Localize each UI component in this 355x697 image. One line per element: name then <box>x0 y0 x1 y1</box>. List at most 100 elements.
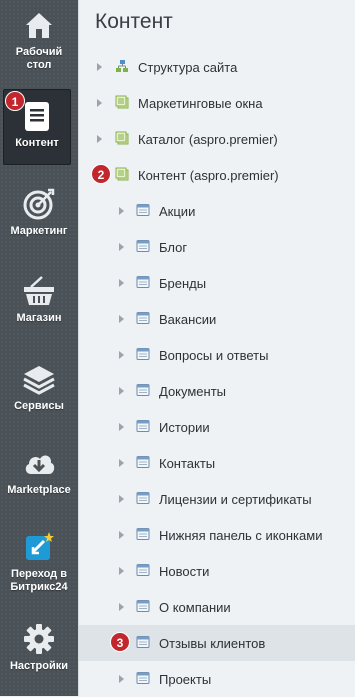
expand-arrow-icon[interactable] <box>119 603 124 611</box>
tree-subitem-label: О компании <box>159 600 231 615</box>
expand-arrow-icon[interactable] <box>119 243 124 251</box>
document-icon <box>25 102 49 131</box>
tree-subitem-label: Вопросы и ответы <box>159 348 269 363</box>
tree-subitem-label: Бренды <box>159 276 207 291</box>
section-icon <box>136 276 150 288</box>
cloud-download-icon <box>25 455 55 474</box>
bitrix24-icon <box>26 532 54 560</box>
section-icon <box>136 456 150 468</box>
rail-item-content-label: Контент <box>15 137 59 149</box>
layers-icon <box>23 366 55 395</box>
section-icon <box>136 672 150 684</box>
section-icon <box>136 312 150 324</box>
gear-icon <box>24 624 54 654</box>
rail-item-desktop-label-2: стол <box>26 59 52 71</box>
expand-arrow-icon[interactable] <box>119 207 124 215</box>
expand-arrow-icon[interactable] <box>119 279 124 287</box>
tree-subitem[interactable]: Новости <box>79 553 355 589</box>
tree-subitem[interactable]: Проекты <box>79 661 355 697</box>
section-icon <box>136 564 150 576</box>
section-icon <box>136 240 150 252</box>
tree-subitem[interactable]: О компании <box>79 589 355 625</box>
tree-subitem-label: Акции <box>159 204 196 219</box>
rail-item-marketplace[interactable]: Marketplace <box>0 446 78 497</box>
section-icon <box>136 420 150 432</box>
tree-subitem[interactable]: Блог <box>79 229 355 265</box>
step-badge-1: 1 <box>5 91 25 111</box>
tree-subitem-label: Отзывы клиентов <box>159 636 266 651</box>
rail-item-settings-label: Настройки <box>9 660 69 672</box>
expand-arrow-icon[interactable] <box>119 495 124 503</box>
expand-arrow-icon[interactable] <box>97 135 102 143</box>
expand-arrow-icon[interactable] <box>119 531 124 539</box>
rail-item-desktop-label-1: Рабочий <box>15 46 63 58</box>
section-icon <box>136 348 150 360</box>
tree-subitem-label: Нижняя панель с иконками <box>159 528 323 543</box>
section-icon <box>136 600 150 612</box>
tree-subitem-label: Лицензии и сертификаты <box>159 492 312 507</box>
rail-item-marketing-label: Маркетинг <box>10 225 68 237</box>
step-badge-3: 3 <box>110 632 130 652</box>
rail-item-services[interactable]: Сервисы <box>0 362 78 413</box>
tree-subitem[interactable]: Акции <box>79 193 355 229</box>
tree-item-catalog[interactable]: Каталог (aspro.premier) <box>79 121 355 157</box>
rail-item-shop-label: Магазин <box>16 312 62 324</box>
tree-subitem-label: Новости <box>159 564 210 579</box>
tree-subitem[interactable]: Лицензии и сертификаты <box>79 481 355 517</box>
tree-item-site-structure[interactable]: Структура сайта <box>79 49 355 85</box>
rail-item-marketing[interactable]: Маркетинг <box>0 187 78 238</box>
tree-subitem-label: Блог <box>159 240 188 255</box>
tree-item-marketing-windows[interactable]: Маркетинговые окна <box>79 85 355 121</box>
expand-arrow-icon[interactable] <box>119 387 124 395</box>
tree-subitem[interactable]: Истории <box>79 409 355 445</box>
rail-item-desktop[interactable]: Рабочий стол <box>0 8 78 72</box>
rail-item-bitrix24-label-1: Переход в <box>11 568 67 580</box>
rail-item-bitrix24[interactable]: Переход в Битрикс24 <box>0 530 78 594</box>
section-icon <box>136 528 150 540</box>
rail-item-shop[interactable]: Магазин <box>0 274 78 325</box>
expand-arrow-icon[interactable] <box>97 99 102 107</box>
section-icon <box>136 204 150 216</box>
tree-subitem-label: Истории <box>159 420 210 435</box>
infoblock-icon <box>115 167 129 181</box>
expand-arrow-icon[interactable] <box>119 315 124 323</box>
tree-subitem[interactable]: Документы <box>79 373 355 409</box>
tree-subitem[interactable]: Бренды <box>79 265 355 301</box>
tree-item-content-aspro[interactable]: Контент (aspro.premier) 2 <box>79 157 355 193</box>
step-badge-2: 2 <box>91 164 111 184</box>
page-title: Контент <box>95 10 173 33</box>
tree-subitem-label: Проекты <box>159 672 212 687</box>
section-icon <box>136 636 150 648</box>
left-navigation-rail: Рабочий стол Контент Маркетинг Магазин С… <box>0 0 78 696</box>
expand-arrow-icon[interactable] <box>119 675 124 683</box>
tree-subitem-label: Документы <box>159 384 227 399</box>
expand-arrow-icon[interactable] <box>119 423 124 431</box>
tree-subitem[interactable]: Вопросы и ответы <box>79 337 355 373</box>
expand-arrow-icon[interactable] <box>119 459 124 467</box>
content-panel: Контент Структура сайта Маркетинговые ок… <box>78 0 355 696</box>
infoblock-icon <box>115 95 129 109</box>
tree-item-label: Маркетинговые окна <box>138 96 263 111</box>
expand-arrow-icon[interactable] <box>119 567 124 575</box>
tree-subitem[interactable]: Контакты <box>79 445 355 481</box>
rail-item-settings[interactable]: Настройки <box>0 622 78 673</box>
tree-subitem[interactable]: Вакансии <box>79 301 355 337</box>
section-icon <box>136 384 150 396</box>
expand-arrow-icon[interactable] <box>119 351 124 359</box>
rail-item-marketplace-label: Marketplace <box>7 484 71 496</box>
tree-subitem[interactable]: Нижняя панель с иконками <box>79 517 355 553</box>
basket-icon <box>24 276 54 305</box>
tree-item-label: Структура сайта <box>138 60 238 75</box>
expand-arrow-icon[interactable] <box>97 63 102 71</box>
tree-subitem-label: Контакты <box>159 456 216 471</box>
tree-item-label: Контент (aspro.premier) <box>138 168 279 183</box>
rail-item-bitrix24-label-2: Битрикс24 <box>10 581 68 593</box>
section-icon <box>136 492 150 504</box>
infoblock-icon <box>115 131 129 145</box>
rail-item-services-label: Сервисы <box>14 400 64 412</box>
tree-subitem-label: Вакансии <box>159 312 217 327</box>
home-icon <box>26 13 52 38</box>
tree-subitem[interactable]: Отзывы клиентов 3 <box>79 625 355 661</box>
site-structure-icon <box>116 60 128 72</box>
target-icon <box>23 188 55 220</box>
